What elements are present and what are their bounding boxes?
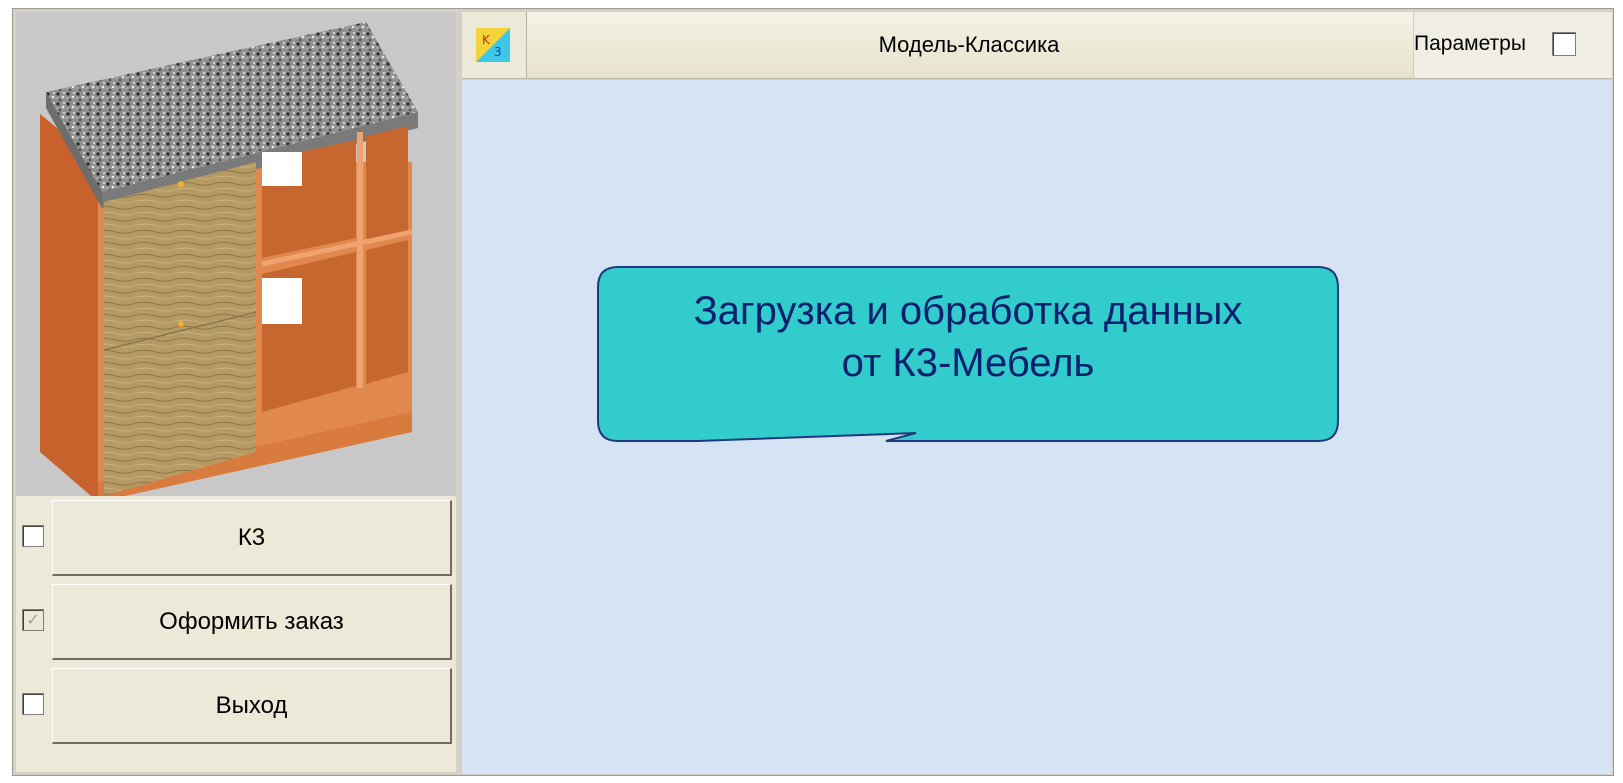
svg-text:3: 3 [494, 45, 502, 59]
sidebar-row-order: ✓ Оформить заказ [16, 580, 456, 666]
order-checkbox[interactable]: ✓ [22, 609, 44, 631]
place-order-button[interactable]: Оформить заказ [52, 584, 452, 660]
app-logo-icon[interactable]: K 3 [462, 12, 527, 78]
params-area: Параметры [1413, 12, 1612, 78]
callout-line-1: Загрузка и обработка данных [693, 289, 1243, 333]
svg-text:K: K [482, 33, 491, 47]
sidebar-row-exit: Выход [16, 664, 456, 750]
sidebar-row-k3: К3 [16, 496, 456, 582]
params-checkbox[interactable] [1552, 32, 1576, 56]
exit-checkbox[interactable] [22, 693, 44, 715]
title-bar: K 3 Модель-Классика Параметры [462, 12, 1612, 79]
params-label: Параметры [1414, 32, 1526, 55]
cabinet-preview-image [16, 12, 456, 516]
k3-button[interactable]: К3 [52, 500, 452, 576]
info-callout: Загрузка и обработка данных от К3-Мебель [596, 265, 1340, 443]
window-title: Модель-Классика [878, 32, 1060, 57]
callout-line-2: от К3-Мебель [841, 341, 1095, 385]
k3-checkbox[interactable] [22, 525, 44, 547]
exit-button[interactable]: Выход [52, 668, 452, 744]
